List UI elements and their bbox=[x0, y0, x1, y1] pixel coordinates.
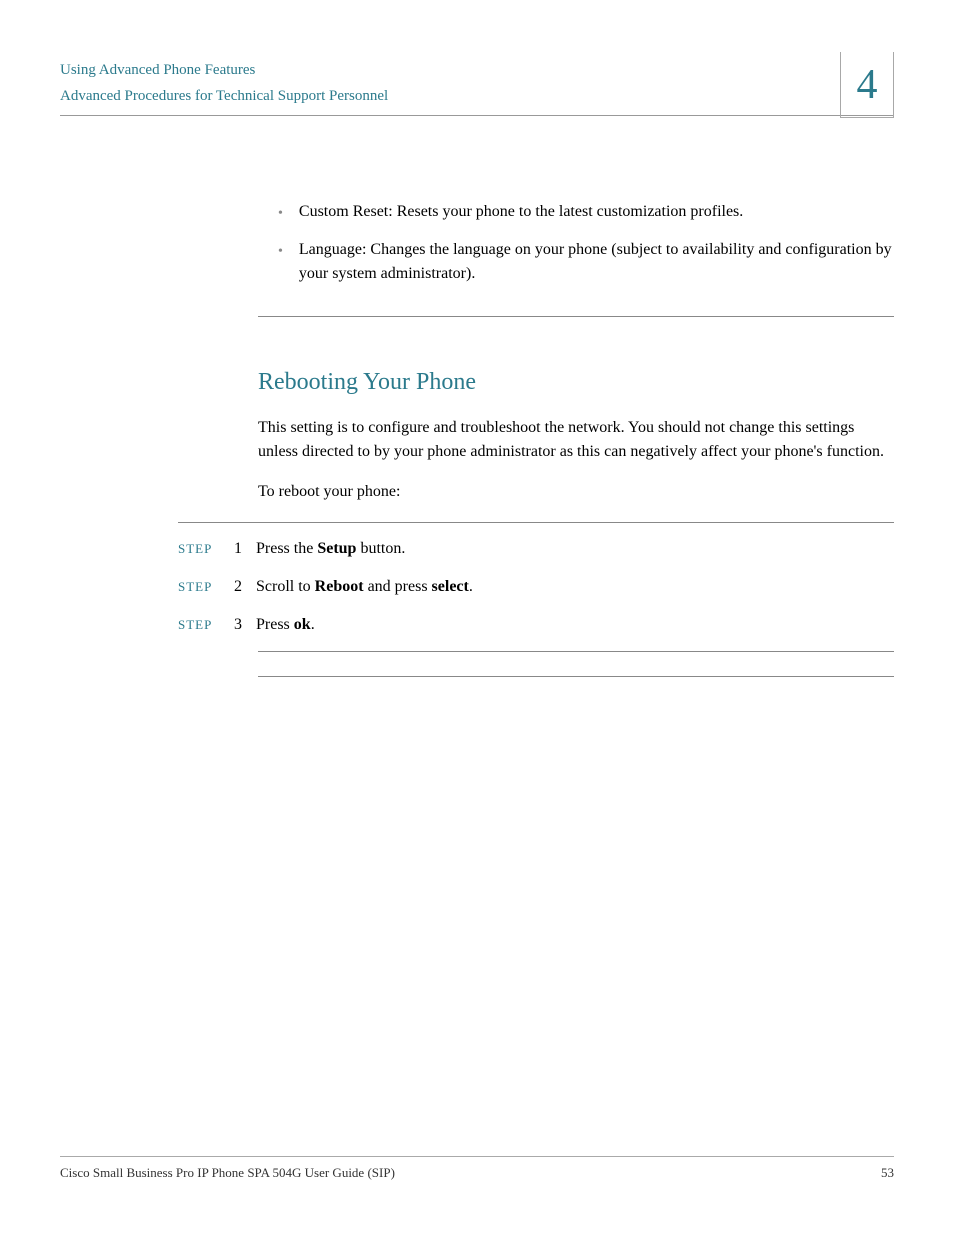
step-label: STEP bbox=[178, 539, 220, 559]
step-number: 3 bbox=[220, 613, 242, 637]
step-label: STEP bbox=[178, 577, 220, 597]
header-title: Using Advanced Phone Features bbox=[60, 58, 894, 84]
chapter-number: 4 bbox=[857, 64, 878, 106]
bullet-text: Language: Changes the language on your p… bbox=[299, 238, 894, 286]
bullet-icon: • bbox=[278, 203, 283, 224]
step-text: Press the Setup button. bbox=[256, 537, 894, 561]
chapter-number-box: 4 bbox=[840, 52, 894, 118]
footer-rule bbox=[60, 1156, 894, 1157]
step-number: 2 bbox=[220, 575, 242, 599]
section-heading: Rebooting Your Phone bbox=[258, 369, 894, 396]
footer-left: Cisco Small Business Pro IP Phone SPA 50… bbox=[60, 1165, 395, 1181]
steps-bottom-rule-1 bbox=[258, 651, 894, 652]
header-subtitle: Advanced Procedures for Technical Suppor… bbox=[60, 84, 894, 110]
bullet-item: • Custom Reset: Resets your phone to the… bbox=[278, 200, 894, 224]
step-text: Press ok. bbox=[256, 613, 894, 637]
page-header: Using Advanced Phone Features Advanced P… bbox=[60, 58, 894, 164]
bullet-text: Custom Reset: Resets your phone to the l… bbox=[299, 200, 894, 224]
section-intro: This setting is to configure and trouble… bbox=[258, 416, 894, 464]
page-footer: Cisco Small Business Pro IP Phone SPA 50… bbox=[60, 1156, 894, 1181]
step-row: STEP 3 Press ok. bbox=[178, 613, 894, 637]
bullet-list: • Custom Reset: Resets your phone to the… bbox=[278, 200, 894, 286]
step-row: STEP 1 Press the Setup button. bbox=[178, 537, 894, 561]
step-label: STEP bbox=[178, 615, 220, 635]
step-text: Scroll to Reboot and press select. bbox=[256, 575, 894, 599]
section-divider bbox=[258, 316, 894, 317]
main-content: • Custom Reset: Resets your phone to the… bbox=[258, 200, 894, 677]
bullet-icon: • bbox=[278, 241, 283, 262]
footer-right: 53 bbox=[881, 1165, 894, 1181]
steps-bottom-rule-2 bbox=[258, 676, 894, 677]
footer-row: Cisco Small Business Pro IP Phone SPA 50… bbox=[60, 1165, 894, 1181]
step-row: STEP 2 Scroll to Reboot and press select… bbox=[178, 575, 894, 599]
header-text-block: Using Advanced Phone Features Advanced P… bbox=[60, 58, 894, 109]
bullet-item: • Language: Changes the language on your… bbox=[278, 238, 894, 286]
step-number: 1 bbox=[220, 537, 242, 561]
section-lead: To reboot your phone: bbox=[258, 480, 894, 504]
steps-top-rule bbox=[178, 522, 894, 523]
header-rule bbox=[60, 115, 894, 116]
steps-block: STEP 1 Press the Setup button. STEP 2 Sc… bbox=[178, 537, 894, 637]
